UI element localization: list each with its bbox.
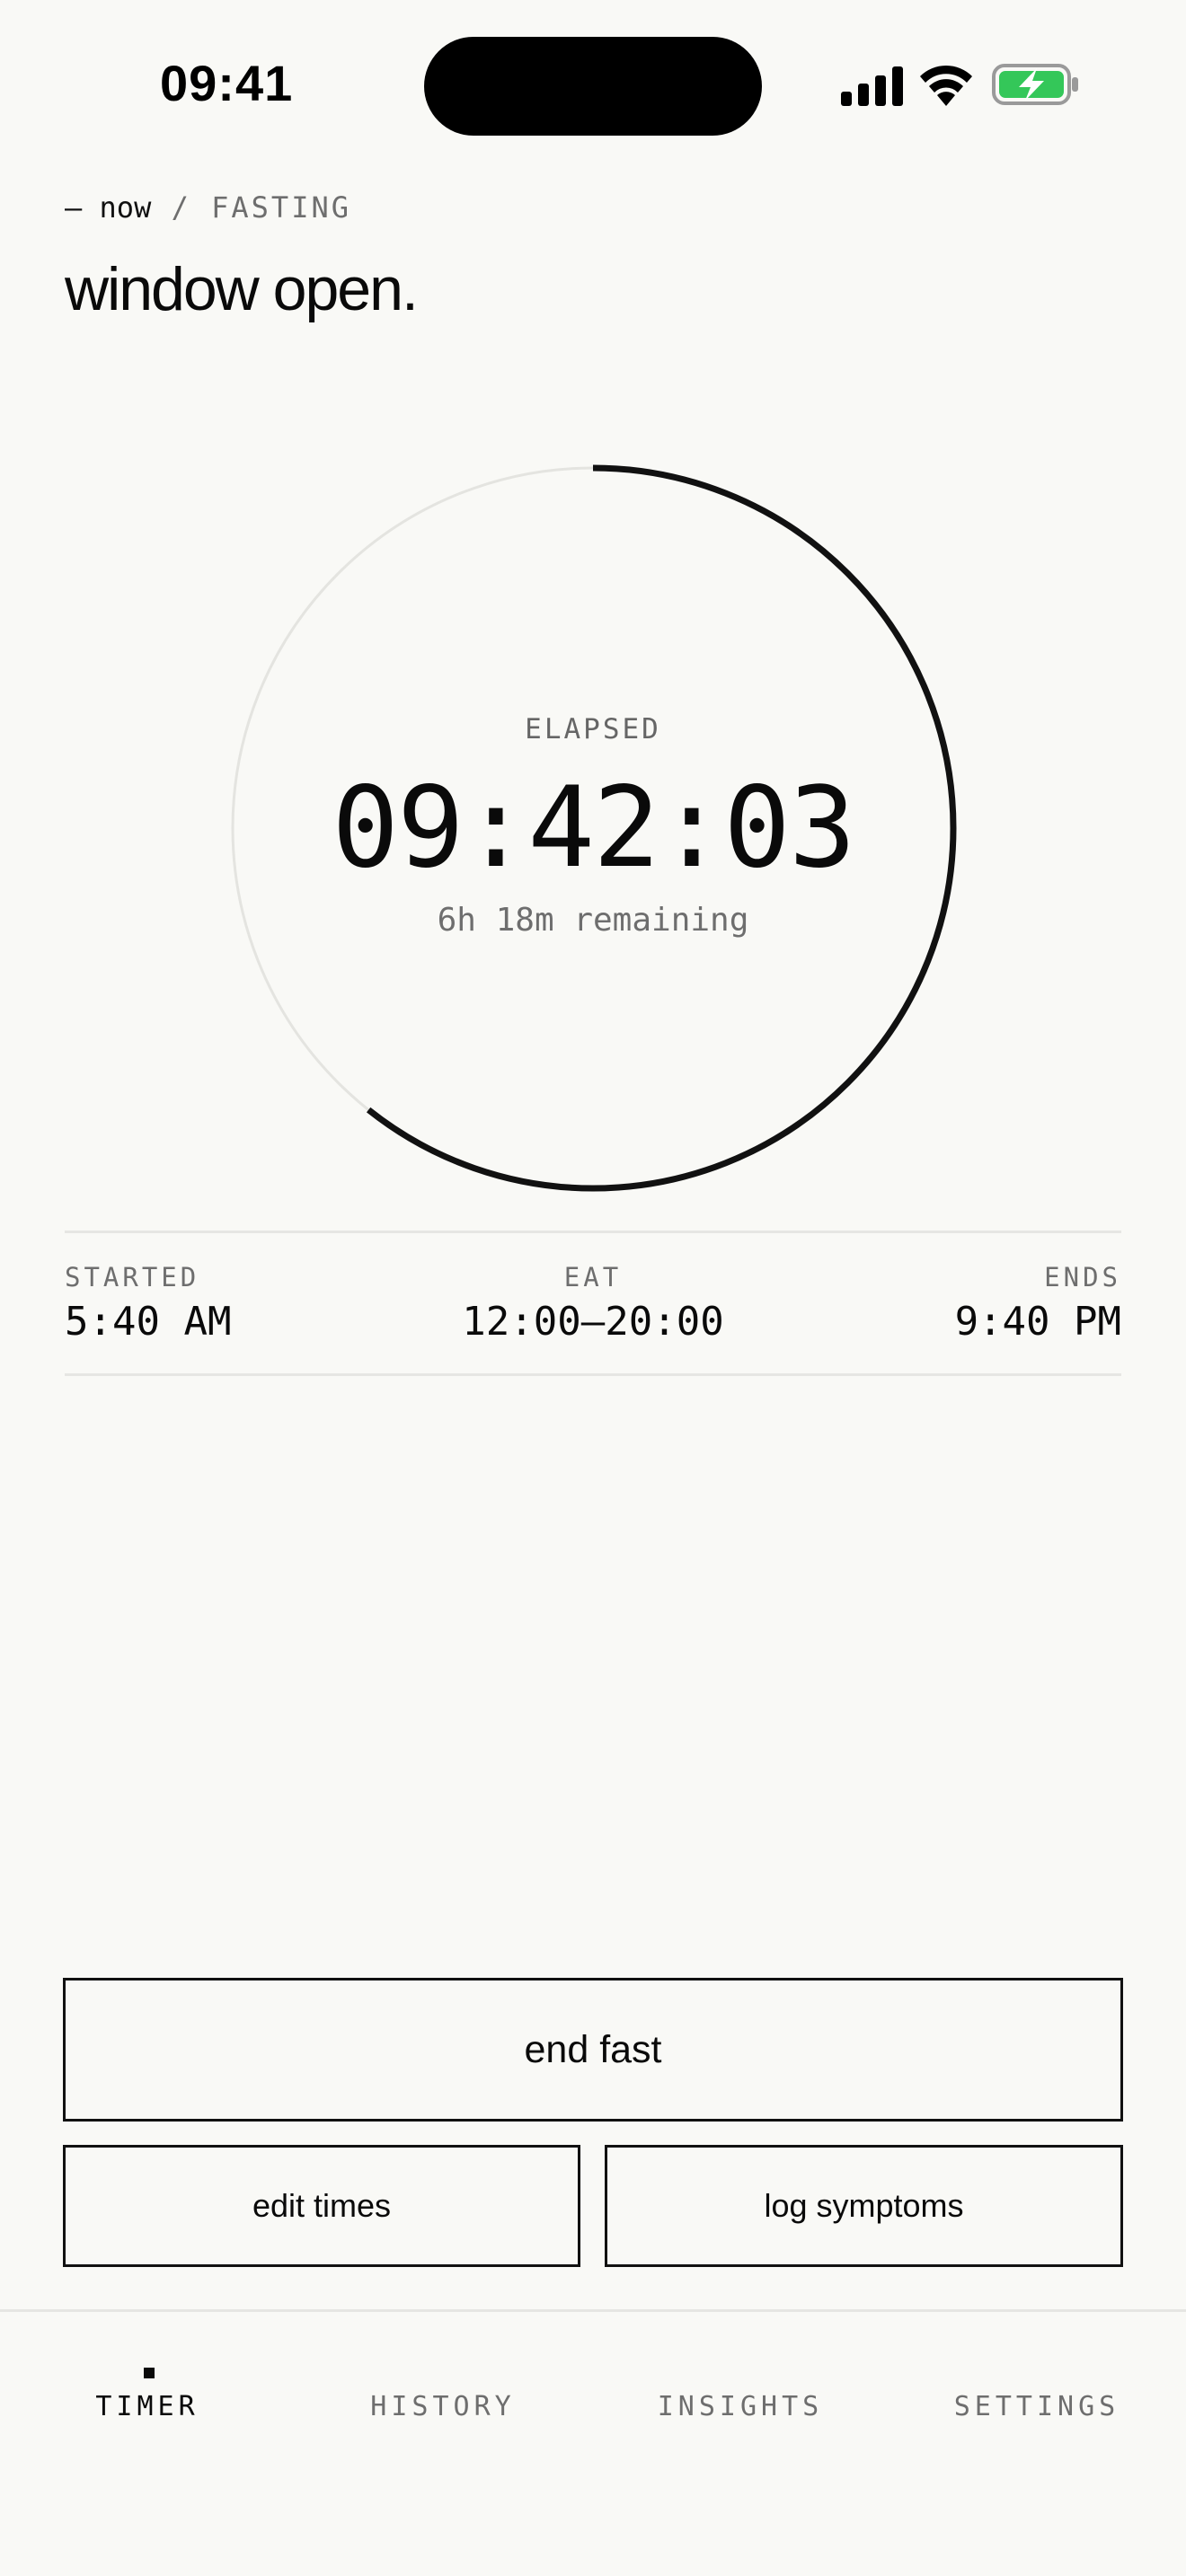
log-symptoms-button[interactable]: log symptoms bbox=[605, 2145, 1123, 2267]
status-time: 09:41 bbox=[160, 55, 294, 111]
started-value: 5:40 AM bbox=[65, 1299, 232, 1345]
end-fast-button[interactable]: end fast bbox=[63, 1978, 1123, 2122]
tab-history[interactable]: HISTORY bbox=[335, 2391, 551, 2422]
breadcrumb-section: FASTING bbox=[211, 190, 351, 225]
elapsed-label: ELAPSED bbox=[525, 713, 661, 745]
active-tab-indicator bbox=[144, 2368, 155, 2378]
ends-value: 9:40 PM bbox=[954, 1299, 1121, 1345]
timer-screen: 09:41 — now / FASTING window open. ELAPS… bbox=[0, 0, 1186, 2576]
tab-settings[interactable]: SETTINGS bbox=[929, 2391, 1145, 2422]
wifi-icon bbox=[920, 65, 972, 106]
breadcrumb-now: — now bbox=[65, 190, 152, 225]
eat-window-value: 12:00–20:00 bbox=[462, 1299, 724, 1345]
battery-charging-icon bbox=[992, 64, 1078, 105]
tab-bar-divider bbox=[0, 2309, 1186, 2312]
breadcrumb-separator: / bbox=[151, 190, 212, 225]
edit-times-button[interactable]: edit times bbox=[63, 2145, 580, 2267]
eat-window-label: EAT bbox=[563, 1262, 623, 1292]
started-label: STARTED bbox=[65, 1262, 200, 1292]
remaining-time: 6h 18m remaining bbox=[437, 902, 749, 939]
tab-insights[interactable]: INSIGHTS bbox=[633, 2391, 848, 2422]
stats-top-divider bbox=[65, 1231, 1121, 1233]
page-title: window open. bbox=[65, 255, 419, 323]
stats-bottom-divider bbox=[65, 1373, 1121, 1376]
elapsed-time: 09:42:03 bbox=[332, 763, 855, 893]
breadcrumb: — now / FASTING bbox=[65, 190, 351, 225]
dynamic-island bbox=[424, 37, 762, 136]
ends-label: ENDS bbox=[1044, 1262, 1121, 1292]
tab-timer[interactable]: TIMER bbox=[40, 2391, 255, 2422]
timer-readout: ELAPSED 09:42:03 6h 18m remaining bbox=[225, 460, 961, 1196]
signal-icon bbox=[841, 66, 903, 106]
